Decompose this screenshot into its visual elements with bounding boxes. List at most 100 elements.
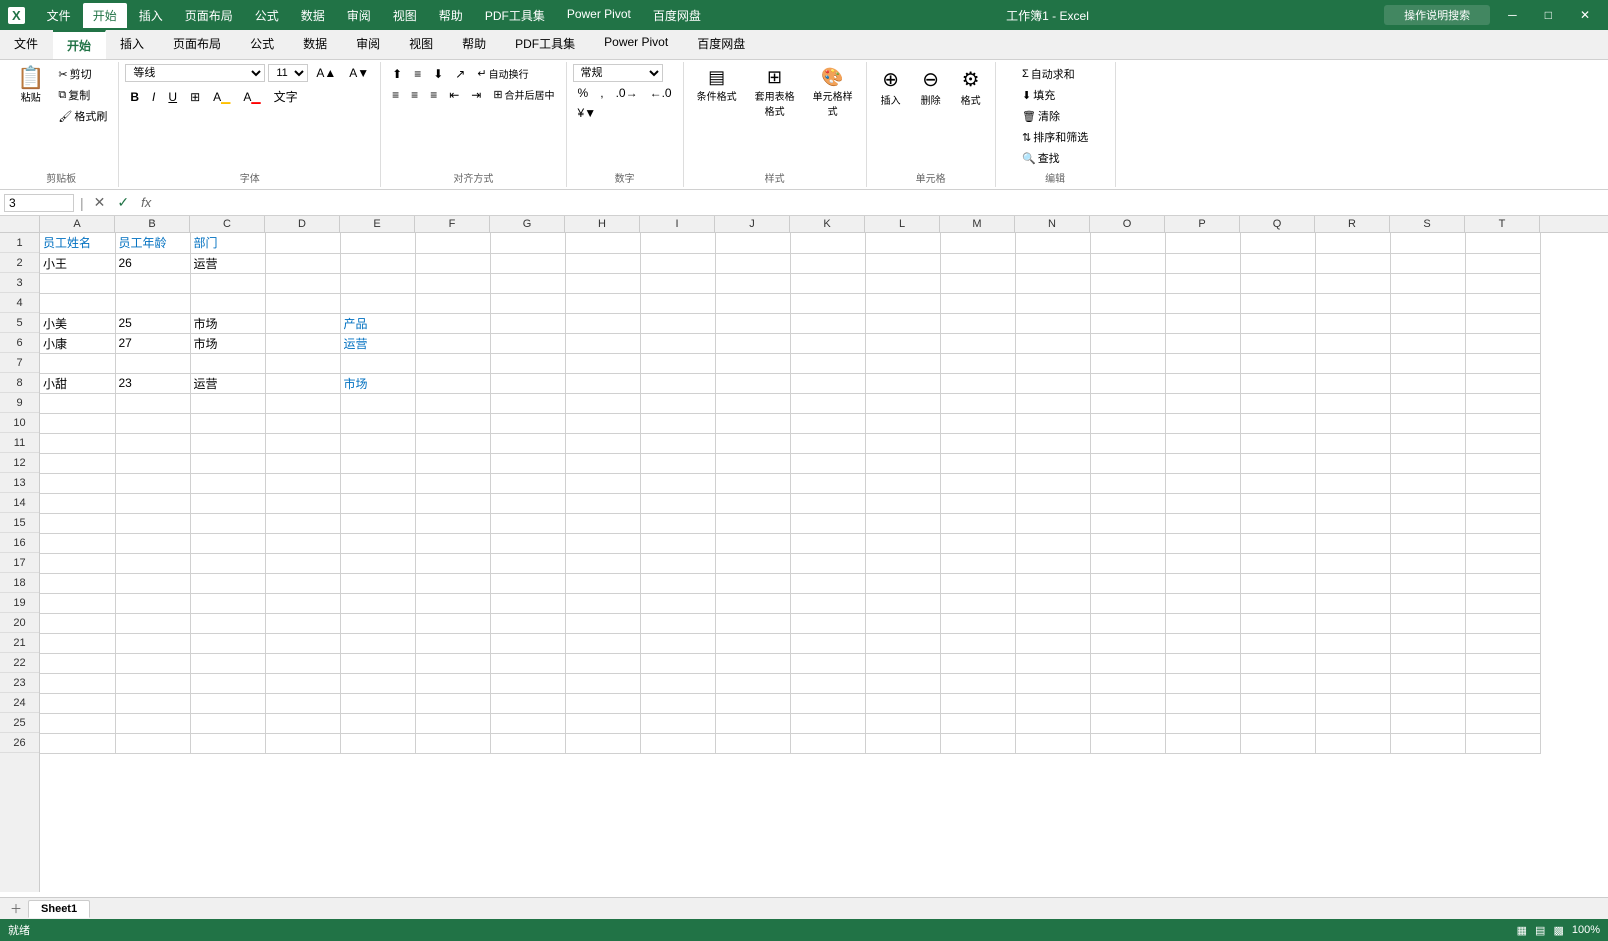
cell-R21[interactable] (1315, 633, 1390, 653)
title-tab-帮助[interactable]: 帮助 (429, 3, 473, 28)
cell-N16[interactable] (1015, 533, 1090, 553)
cell-K2[interactable] (790, 253, 865, 273)
cell-P1[interactable] (1165, 233, 1240, 253)
cell-Q1[interactable] (1240, 233, 1315, 253)
cell-R3[interactable] (1315, 273, 1390, 293)
cell-D22[interactable] (265, 653, 340, 673)
cell-K26[interactable] (790, 733, 865, 753)
cell-A15[interactable] (40, 513, 115, 533)
cell-P4[interactable] (1165, 293, 1240, 313)
cell-F23[interactable] (415, 673, 490, 693)
cell-M12[interactable] (940, 453, 1015, 473)
cell-J8[interactable] (715, 373, 790, 393)
cell-O8[interactable] (1090, 373, 1165, 393)
cell-P11[interactable] (1165, 433, 1240, 453)
cell-A11[interactable] (40, 433, 115, 453)
cell-M14[interactable] (940, 493, 1015, 513)
cell-Q6[interactable] (1240, 333, 1315, 353)
cell-G10[interactable] (490, 413, 565, 433)
cell-T7[interactable] (1465, 353, 1540, 373)
cell-H1[interactable] (565, 233, 640, 253)
cell-E1[interactable] (340, 233, 415, 253)
cell-L22[interactable] (865, 653, 940, 673)
cell-F13[interactable] (415, 473, 490, 493)
cell-D7[interactable] (265, 353, 340, 373)
cell-K14[interactable] (790, 493, 865, 513)
cell-I16[interactable] (640, 533, 715, 553)
align-top-button[interactable]: ⬆ (387, 65, 407, 83)
cell-B6[interactable]: 27 (115, 333, 190, 353)
cell-G14[interactable] (490, 493, 565, 513)
format-button[interactable]: ⚙ 格式 (953, 64, 989, 110)
cell-J22[interactable] (715, 653, 790, 673)
cell-J13[interactable] (715, 473, 790, 493)
col-header-D[interactable]: D (265, 216, 340, 232)
col-header-J[interactable]: J (715, 216, 790, 232)
ribbon-tab-审阅[interactable]: 审阅 (342, 30, 395, 59)
cell-R9[interactable] (1315, 393, 1390, 413)
cell-S7[interactable] (1390, 353, 1465, 373)
cell-D20[interactable] (265, 613, 340, 633)
table-format-button[interactable]: ⊞ 套用表格格式 (748, 64, 802, 121)
cell-N26[interactable] (1015, 733, 1090, 753)
cell-R1[interactable] (1315, 233, 1390, 253)
cell-B4[interactable] (115, 293, 190, 313)
row-header-3[interactable]: 3 (0, 273, 39, 293)
cell-N20[interactable] (1015, 613, 1090, 633)
cell-B25[interactable] (115, 713, 190, 733)
cell-B18[interactable] (115, 573, 190, 593)
cell-J14[interactable] (715, 493, 790, 513)
cell-E2[interactable] (340, 253, 415, 273)
cell-C10[interactable] (190, 413, 265, 433)
cell-R11[interactable] (1315, 433, 1390, 453)
cell-I24[interactable] (640, 693, 715, 713)
cell-S4[interactable] (1390, 293, 1465, 313)
copy-button[interactable]: ⧉ 复制 (53, 85, 112, 105)
cell-B2[interactable]: 26 (115, 253, 190, 273)
cell-R22[interactable] (1315, 653, 1390, 673)
cell-L1[interactable] (865, 233, 940, 253)
cell-J3[interactable] (715, 273, 790, 293)
cell-A25[interactable] (40, 713, 115, 733)
cell-J2[interactable] (715, 253, 790, 273)
cell-K9[interactable] (790, 393, 865, 413)
cell-L20[interactable] (865, 613, 940, 633)
cell-P2[interactable] (1165, 253, 1240, 273)
cell-H24[interactable] (565, 693, 640, 713)
col-header-K[interactable]: K (790, 216, 865, 232)
cell-E18[interactable] (340, 573, 415, 593)
cell-T6[interactable] (1465, 333, 1540, 353)
cell-N5[interactable] (1015, 313, 1090, 333)
cell-H23[interactable] (565, 673, 640, 693)
ribbon-tab-视图[interactable]: 视图 (395, 30, 448, 59)
formula-input[interactable] (159, 195, 1604, 211)
cell-B23[interactable] (115, 673, 190, 693)
cell-P7[interactable] (1165, 353, 1240, 373)
cancel-formula-button[interactable]: ✕ (90, 194, 110, 211)
col-header-E[interactable]: E (340, 216, 415, 232)
cell-B17[interactable] (115, 553, 190, 573)
cell-J15[interactable] (715, 513, 790, 533)
merge-center-button[interactable]: ⊞ 合并后居中 (488, 85, 559, 104)
row-header-25[interactable]: 25 (0, 713, 39, 733)
cell-R6[interactable] (1315, 333, 1390, 353)
cell-N17[interactable] (1015, 553, 1090, 573)
cell-K19[interactable] (790, 593, 865, 613)
border-button[interactable]: ⊞ (185, 88, 205, 106)
cell-L3[interactable] (865, 273, 940, 293)
cell-H5[interactable] (565, 313, 640, 333)
cell-J20[interactable] (715, 613, 790, 633)
cell-S19[interactable] (1390, 593, 1465, 613)
cell-I20[interactable] (640, 613, 715, 633)
cell-I12[interactable] (640, 453, 715, 473)
wrap-text-button[interactable]: ↵ 自动换行 (472, 64, 533, 83)
ribbon-tab-页面布局[interactable]: 页面布局 (159, 30, 236, 59)
cell-N6[interactable] (1015, 333, 1090, 353)
cell-S20[interactable] (1390, 613, 1465, 633)
cell-F22[interactable] (415, 653, 490, 673)
cell-style-button[interactable]: 🎨 单元格样式 (806, 64, 860, 121)
cell-F15[interactable] (415, 513, 490, 533)
cell-H9[interactable] (565, 393, 640, 413)
cell-K16[interactable] (790, 533, 865, 553)
cell-S14[interactable] (1390, 493, 1465, 513)
